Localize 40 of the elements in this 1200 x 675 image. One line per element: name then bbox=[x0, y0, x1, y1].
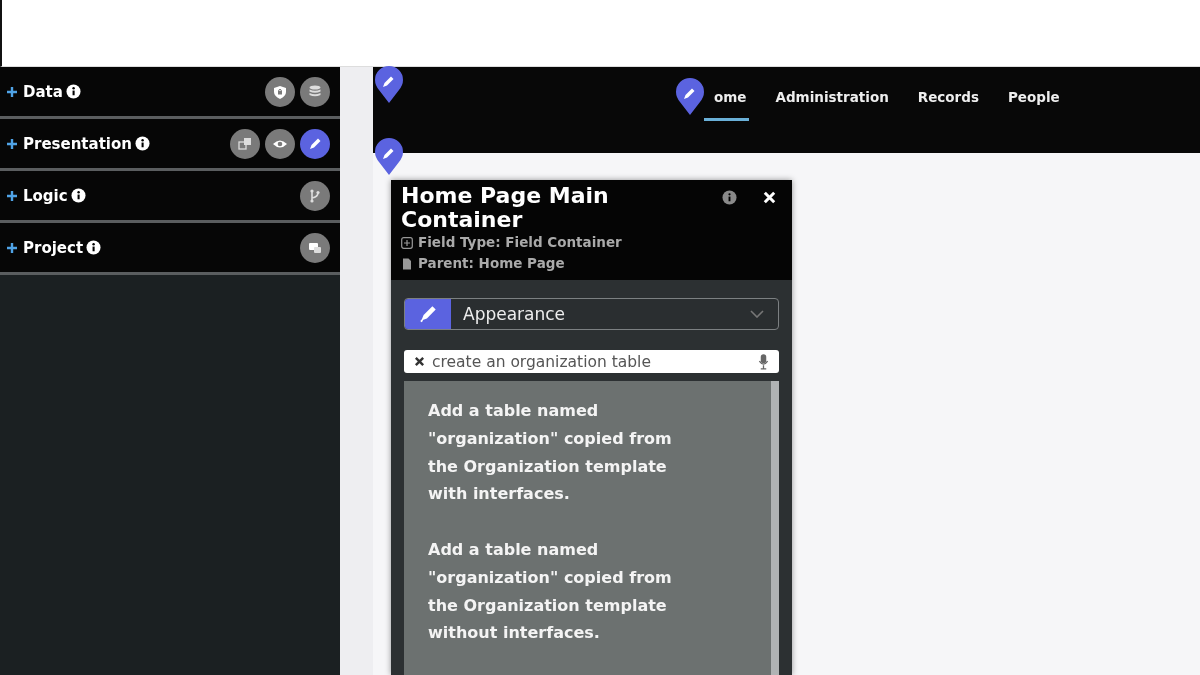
layers-button[interactable] bbox=[230, 128, 260, 159]
scrollbar[interactable] bbox=[771, 381, 779, 675]
plus-square-icon bbox=[401, 236, 413, 249]
nav-tab[interactable]: Administration bbox=[773, 89, 891, 121]
section-label[interactable]: Data bbox=[23, 82, 63, 101]
section-label[interactable]: Logic bbox=[23, 186, 68, 205]
nav-tab[interactable]: People bbox=[1005, 89, 1062, 121]
info-icon[interactable] bbox=[722, 190, 737, 205]
suggestion-item[interactable]: Add a table named "organization" copied from the Organization template without interfaces. bbox=[428, 536, 678, 647]
database-button[interactable] bbox=[300, 76, 330, 107]
eye-button[interactable] bbox=[265, 128, 295, 159]
close-icon[interactable] bbox=[762, 190, 777, 205]
field-type-label: Field Type: Field Container bbox=[418, 233, 622, 252]
nav-tab[interactable]: Records bbox=[915, 89, 981, 121]
panel-title: Home Page Main Container bbox=[401, 184, 610, 232]
pin-marker-icon[interactable] bbox=[675, 78, 705, 116]
plus-icon[interactable] bbox=[6, 189, 18, 202]
info-icon[interactable] bbox=[134, 136, 150, 151]
plus-icon[interactable] bbox=[6, 241, 18, 254]
info-icon[interactable] bbox=[86, 240, 102, 255]
chat-button[interactable] bbox=[300, 232, 330, 263]
suggestion-item[interactable]: Add a table named "organization" copied from the Organization template with interfaces. bbox=[428, 397, 678, 509]
category-dropdown[interactable]: Appearance bbox=[404, 298, 779, 330]
info-icon[interactable] bbox=[65, 84, 81, 99]
plus-icon[interactable] bbox=[6, 137, 18, 150]
parent-label: Parent: Home Page bbox=[418, 254, 565, 273]
section-label[interactable]: Project bbox=[23, 238, 84, 257]
chevron-down-icon bbox=[750, 309, 764, 318]
microphone-icon[interactable] bbox=[758, 353, 769, 371]
shield-lock-button[interactable] bbox=[265, 76, 295, 107]
pin-marker-icon[interactable] bbox=[374, 66, 404, 104]
search-field[interactable]: create an organization table bbox=[404, 349, 779, 374]
section-label[interactable]: Presentation bbox=[23, 134, 132, 153]
branch-button[interactable] bbox=[300, 180, 330, 211]
plus-icon[interactable] bbox=[6, 85, 18, 98]
pen-button[interactable] bbox=[300, 128, 330, 159]
info-icon[interactable] bbox=[70, 188, 86, 203]
clear-icon[interactable] bbox=[414, 356, 425, 368]
pin-marker-icon[interactable] bbox=[374, 138, 404, 176]
document-icon bbox=[401, 257, 413, 270]
